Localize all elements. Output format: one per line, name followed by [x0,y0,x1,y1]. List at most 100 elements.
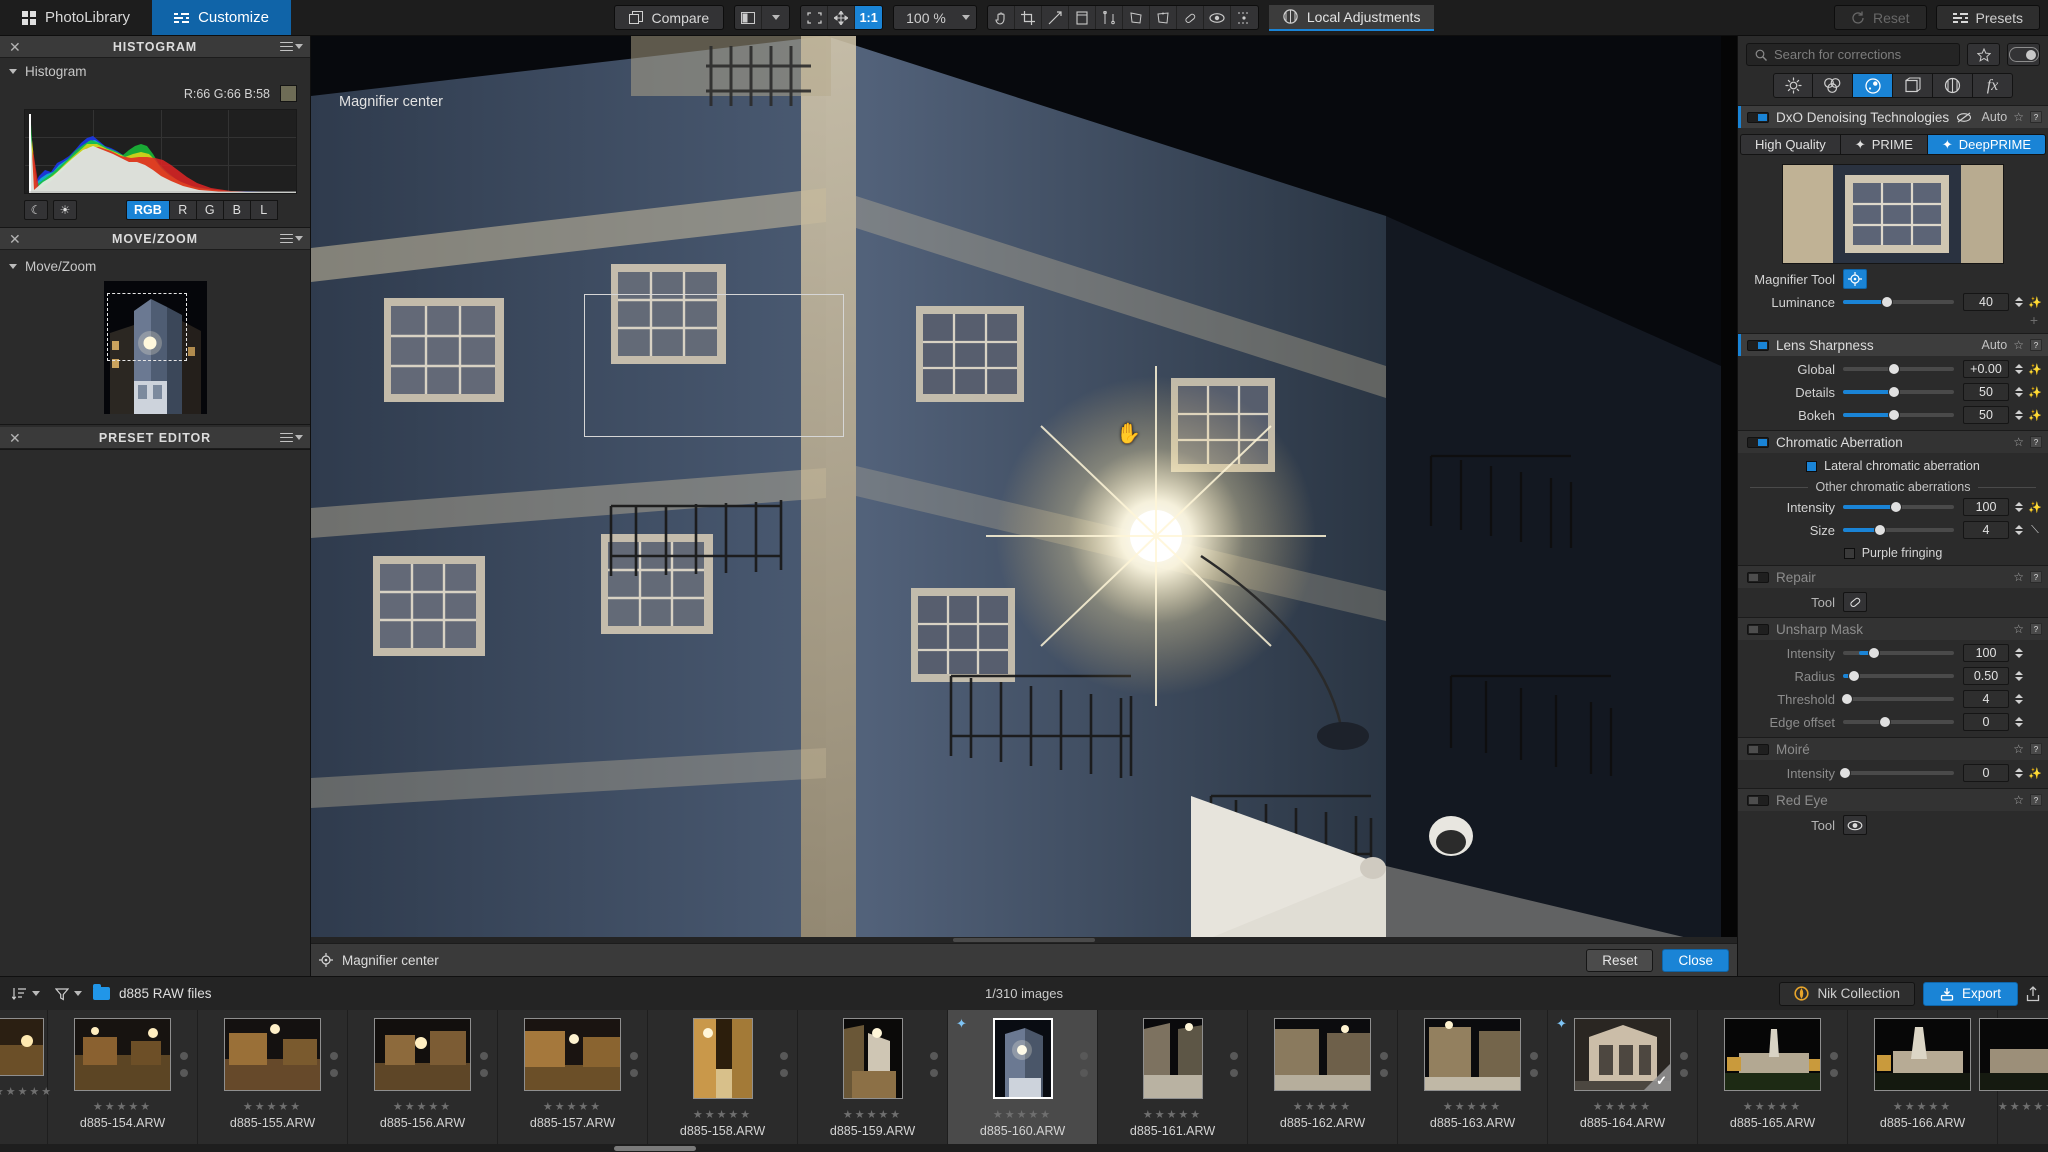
compare-button[interactable]: Compare [613,5,725,30]
thumbnail-markers[interactable] [780,1052,788,1077]
perspective-icon[interactable] [1069,6,1096,29]
crossed-eye-icon[interactable] [1956,112,1972,123]
close-icon[interactable]: ✕ [9,40,21,54]
help-icon[interactable]: ? [2030,339,2042,351]
category-geometry[interactable] [1893,73,1933,98]
lens-sharpness-auto-label[interactable]: Auto [1982,338,2008,352]
list-item[interactable]: ★★★★★ d885-165.ARW [1698,1010,1848,1152]
lens-sharpness-header[interactable]: Lens Sharpness Auto ☆ ? [1738,334,2048,356]
moire-intensity-value[interactable]: 0 [1963,764,2009,782]
crop-tool-icon[interactable] [1015,6,1042,29]
image-viewer[interactable]: Magnifier center ✋ [311,36,1737,943]
viewer-scrollbar[interactable] [311,937,1737,943]
magic-wand-icon[interactable]: ✨ [2028,409,2042,422]
details-stepper[interactable] [2013,387,2025,397]
dust-spots-icon[interactable] [1231,6,1258,29]
rating-stars[interactable]: ★★★★★ [1443,1100,1502,1113]
star-icon[interactable]: ☆ [2013,570,2024,584]
usm-intensity-stepper[interactable] [2013,648,2025,658]
hand-tool-icon[interactable] [988,6,1015,29]
search-input[interactable]: Search for corrections [1746,43,1960,66]
chromatic-aberration-enable-switch[interactable] [1747,436,1769,448]
rating-stars[interactable]: ★★★★★ [543,1100,602,1113]
star-icon[interactable]: ☆ [2013,338,2024,352]
magnifier-crosshair-icon[interactable] [1843,269,1867,289]
ca-size-value[interactable]: 4 [1963,521,2009,539]
purple-fringing-checkbox[interactable] [1843,547,1855,559]
bokeh-stepper[interactable] [2013,410,2025,420]
usm-edge-offset-slider[interactable] [1843,715,1954,729]
rating-stars[interactable]: ★★★★★ [0,1085,53,1098]
close-icon[interactable]: ✕ [9,431,21,445]
magic-wand-icon[interactable]: ✨ [2028,363,2042,376]
thumbnail-markers[interactable] [180,1052,188,1077]
denoise-mode-deepprime[interactable]: ✦ DeepPRIME [1927,134,2047,155]
ca-size-stepper[interactable] [2013,525,2025,535]
navigator-viewport-rect[interactable] [106,293,187,361]
category-color[interactable] [1813,73,1853,98]
list-item[interactable]: ★★★★★ d885-162.ARW [1248,1010,1398,1152]
usm-intensity-value[interactable]: 100 [1963,644,2009,662]
keystone-4point-icon[interactable] [1123,6,1150,29]
unsharp-mask-enable-switch[interactable] [1747,623,1769,635]
tab-photolibrary[interactable]: PhotoLibrary [0,0,153,35]
magic-wand-icon[interactable]: ✨ [2028,501,2042,514]
channel-b[interactable]: B [223,200,251,220]
keystone-2point-icon[interactable] [1096,6,1123,29]
thumbnail-markers[interactable] [1530,1052,1538,1077]
lateral-ca-checkbox-row[interactable]: Lateral chromatic aberration [1738,459,2048,473]
local-adjustments-button[interactable]: Local Adjustments [1268,4,1435,31]
magic-wand-icon[interactable]: ✨ [2028,767,2042,780]
list-item[interactable]: ★★★★★ d885-163.ARW [1398,1010,1548,1152]
ca-intensity-slider[interactable] [1843,500,1954,514]
rating-stars[interactable]: ★★★★★ [1143,1108,1202,1121]
move-icon[interactable] [828,6,856,29]
rating-stars[interactable]: ★★★★★ [1743,1100,1802,1113]
rating-stars[interactable]: ★★★★★ [393,1100,452,1113]
list-item[interactable]: ★★★★★ [1979,1010,2048,1152]
preset-editor-menu-button[interactable] [280,430,303,444]
channel-l[interactable]: L [250,200,278,220]
usm-threshold-value[interactable]: 4 [1963,690,2009,708]
sun-icon[interactable]: ☀ [53,200,77,220]
list-item[interactable]: ✦ ✓ ★★★★★ d885-164.ARW [1548,1010,1698,1152]
star-icon[interactable]: ☆ [2013,793,2024,807]
histogram-section[interactable]: Histogram [0,58,310,82]
luminance-value[interactable]: 40 [1963,293,2009,311]
global-slider[interactable] [1843,362,1954,376]
denoise-mode-high-quality[interactable]: High Quality [1739,134,1841,155]
ca-intensity-stepper[interactable] [2013,502,2025,512]
repair-header[interactable]: Repair ☆ ? [1738,566,2048,588]
category-effects[interactable]: fx [1973,73,2013,98]
repair-enable-switch[interactable] [1747,571,1769,583]
rating-stars[interactable]: ★★★★★ [1998,1100,2048,1113]
denoising-auto-label[interactable]: Auto [1982,110,2008,124]
rating-stars[interactable]: ★★★★★ [993,1108,1052,1121]
moire-intensity-slider[interactable] [1839,766,1954,780]
unsharp-mask-header[interactable]: Unsharp Mask ☆ ? [1738,618,2048,640]
usm-edge-offset-stepper[interactable] [2013,717,2025,727]
split-view-icon[interactable] [735,6,763,29]
luminance-slider[interactable] [1843,295,1954,309]
red-eye-header[interactable]: Red Eye ☆ ? [1738,789,2048,811]
channel-g[interactable]: G [196,200,224,220]
movezoom-menu-button[interactable] [280,231,303,245]
filter-button[interactable] [51,982,86,1005]
luminance-stepper[interactable] [2013,297,2025,307]
red-eye-enable-switch[interactable] [1747,794,1769,806]
help-icon[interactable]: ? [2030,436,2042,448]
list-item[interactable]: ★★★★★ d885-159.ARW [798,1010,948,1152]
moire-intensity-stepper[interactable] [2013,768,2025,778]
fit-to-screen-icon[interactable] [801,6,829,29]
favorites-filter-button[interactable] [1967,43,2000,66]
reset-button[interactable]: Reset [1833,5,1927,30]
channel-rgb[interactable]: RGB [126,200,170,220]
thumbnail-markers[interactable] [1380,1052,1388,1077]
repair-patch-icon[interactable] [1177,6,1204,29]
lens-sharpness-enable-switch[interactable] [1747,339,1769,351]
bokeh-value[interactable]: 50 [1963,406,2009,424]
share-upload-icon[interactable] [2026,985,2040,1002]
zoom-1to1-button[interactable]: 1:1 [855,6,883,29]
magic-wand-icon[interactable]: ✨ [2028,296,2042,309]
rating-stars[interactable]: ★★★★★ [1293,1100,1352,1113]
